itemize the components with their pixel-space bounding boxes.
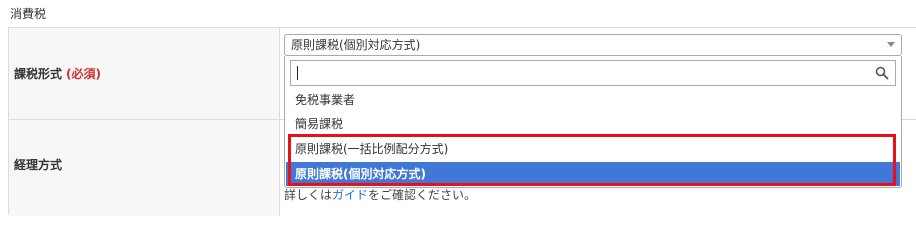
required-badge: (必須) (66, 67, 101, 81)
help-text: 詳しくはガイドをご確認ください。 (284, 187, 476, 203)
select-current-value: 原則課税(個別対応方式) (291, 38, 421, 52)
accounting-method-label-cell: 経理方式 (9, 120, 280, 216)
section-title: 消費税 (10, 7, 47, 21)
guide-link[interactable]: ガイド (332, 188, 368, 202)
accounting-method-label: 経理方式 (14, 158, 63, 172)
help-prefix: 詳しくは (284, 188, 333, 202)
dropdown-search-input[interactable] (291, 61, 871, 85)
tax-format-select[interactable]: 原則課税(個別対応方式) (284, 34, 902, 56)
tax-format-label: 課税形式 (必須) (14, 66, 101, 82)
dropdown-search-box (290, 60, 896, 86)
tax-format-label-cell: 課税形式 (必須) (9, 28, 280, 119)
search-icon (875, 66, 889, 80)
dropdown-arrow-icon[interactable] (887, 42, 895, 47)
text-cursor (297, 66, 298, 80)
option-simplified-tax[interactable]: 簡易課税 (286, 112, 900, 136)
highlight-annotation-box (288, 134, 896, 186)
option-tax-exempt[interactable]: 免税事業者 (286, 88, 900, 112)
tax-format-label-text: 課税形式 (14, 67, 63, 81)
help-suffix: をご確認ください。 (368, 188, 477, 202)
